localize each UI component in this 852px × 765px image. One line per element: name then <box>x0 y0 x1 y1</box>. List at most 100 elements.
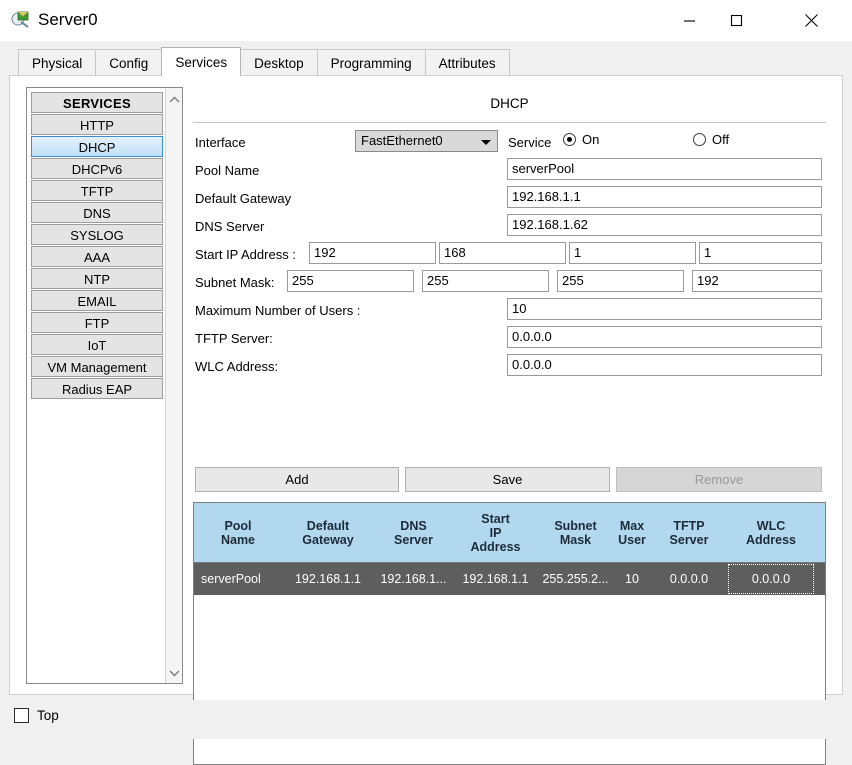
top-checkbox-label: Top <box>37 708 59 723</box>
tab-config[interactable]: Config <box>95 49 163 76</box>
sidebar-item-ntp[interactable]: NTP <box>31 268 163 289</box>
sidebar-item-tftp[interactable]: TFTP <box>31 180 163 201</box>
scroll-up-button[interactable] <box>166 90 182 108</box>
sidebar-item-email[interactable]: EMAIL <box>31 290 163 311</box>
max-users-input[interactable]: 10 <box>507 298 822 320</box>
tab-attributes[interactable]: Attributes <box>424 49 510 76</box>
cell-default-gateway: 192.168.1.1 <box>294 572 362 586</box>
cell-wlc-address: 0.0.0.0 <box>727 563 815 595</box>
add-button[interactable]: Add <box>195 467 399 492</box>
default-gateway-label: Default Gateway <box>195 191 292 206</box>
services-list-header: SERVICES <box>31 92 163 113</box>
maximize-button[interactable] <box>713 0 759 41</box>
service-off-radio[interactable]: Off <box>693 132 729 147</box>
table-header-dns-server: DNS Server <box>394 518 433 547</box>
server-device-icon <box>11 10 31 30</box>
subnet-mask-octet-3[interactable]: 255 <box>557 270 684 292</box>
chevron-down-icon <box>481 140 491 145</box>
tftp-server-input[interactable]: 0.0.0.0 <box>507 326 822 348</box>
interface-select[interactable]: FastEthernet0 <box>355 130 498 152</box>
form-title: DHCP <box>490 96 529 111</box>
sidebar-item-dhcp[interactable]: DHCP <box>31 136 163 157</box>
interface-label: Interface <box>195 135 246 150</box>
subnet-mask-label: Subnet Mask: <box>195 275 275 290</box>
tab-desktop[interactable]: Desktop <box>240 49 318 76</box>
cell-subnet-mask: 255.255.2... <box>542 572 609 586</box>
table-header-default-gateway: Default Gateway <box>302 518 354 547</box>
sidebar-item-dhcpv6[interactable]: DHCPv6 <box>31 158 163 179</box>
minimize-icon <box>683 14 696 27</box>
wlc-address-input[interactable]: 0.0.0.0 <box>507 354 822 376</box>
cell-dns-server: 192.168.1... <box>380 572 447 586</box>
service-on-label: On <box>582 132 600 147</box>
table-header-row: Pool Name Default Gateway DNS Server Start I… <box>194 503 825 563</box>
maximize-icon <box>730 14 743 27</box>
table-row[interactable]: serverPool 192.168.1.1 192.168.1... 192.… <box>194 563 825 595</box>
save-button[interactable]: Save <box>405 467 610 492</box>
radio-on-icon <box>563 133 576 146</box>
cell-max-user: 10 <box>625 572 639 586</box>
title-divider <box>193 122 826 123</box>
scroll-down-button[interactable] <box>166 663 182 681</box>
sidebar-item-vm-management[interactable]: VM Management <box>31 356 163 377</box>
content-panel: SERVICES HTTP DHCP DHCPv6 TFTP DNS SYSLO… <box>9 75 843 765</box>
service-label: Service <box>508 135 552 150</box>
checkbox-unchecked-icon <box>14 708 29 723</box>
sidebar-item-radius-eap[interactable]: Radius EAP <box>31 378 163 399</box>
window-title: Server0 <box>38 10 98 29</box>
tab-strip: Physical Config Services Desktop Program… <box>0 41 852 76</box>
bottom-bar: Top <box>0 700 852 739</box>
services-list-scrollbar[interactable] <box>165 88 182 683</box>
tab-physical[interactable]: Physical <box>18 49 97 76</box>
sidebar-item-http[interactable]: HTTP <box>31 114 163 135</box>
pool-name-label: Pool Name <box>195 163 260 178</box>
table-header-max-user: Max User <box>618 518 646 547</box>
subnet-mask-octet-1[interactable]: 255 <box>287 270 414 292</box>
start-ip-octet-2[interactable]: 168 <box>439 242 566 264</box>
sidebar-item-ftp[interactable]: FTP <box>31 312 163 333</box>
subnet-mask-octet-4[interactable]: 192 <box>692 270 822 292</box>
close-icon <box>804 13 819 28</box>
subnet-mask-octet-2[interactable]: 255 <box>422 270 549 292</box>
cell-pool-name: serverPool <box>201 572 261 586</box>
radio-off-icon <box>693 133 706 146</box>
services-list-panel: SERVICES HTTP DHCP DHCPv6 TFTP DNS SYSLO… <box>26 87 183 684</box>
top-checkbox[interactable]: Top <box>14 708 59 723</box>
sidebar-item-syslog[interactable]: SYSLOG <box>31 224 163 245</box>
start-ip-octet-3[interactable]: 1 <box>569 242 696 264</box>
sidebar-item-dns[interactable]: DNS <box>31 202 163 223</box>
start-ip-octet-1[interactable]: 192 <box>309 242 436 264</box>
table-header-start-ip-address: Start IP Address <box>470 511 521 554</box>
tab-programming[interactable]: Programming <box>316 49 426 76</box>
chevron-up-icon <box>169 92 180 107</box>
tftp-server-label: TFTP Server: <box>195 331 273 346</box>
pool-name-input[interactable]: serverPool <box>507 158 822 180</box>
table-header-tftp-server: TFTP Server <box>669 518 709 547</box>
sidebar-item-iot[interactable]: IoT <box>31 334 163 355</box>
close-button[interactable] <box>788 0 834 41</box>
wlc-address-label: WLC Address: <box>195 359 279 374</box>
services-list: SERVICES HTTP DHCP DHCPv6 TFTP DNS SYSLO… <box>31 92 163 400</box>
chevron-down-icon <box>169 665 180 680</box>
minimize-button[interactable] <box>666 0 712 41</box>
server-config-window: Server0 Physical Config Services Desktop… <box>0 0 852 765</box>
table-header-subnet-mask: Subnet Mask <box>554 518 597 547</box>
title-bar: Server0 <box>0 0 852 41</box>
service-off-label: Off <box>712 132 730 147</box>
dhcp-form: DHCP Interface FastEthernet0 Service On … <box>193 87 826 765</box>
cell-start-ip-address: 192.168.1.1 <box>462 572 529 586</box>
cell-tftp-server: 0.0.0.0 <box>669 572 709 586</box>
start-ip-label: Start IP Address : <box>195 247 296 262</box>
table-header-wlc-address: WLC Address <box>745 518 797 547</box>
sidebar-item-aaa[interactable]: AAA <box>31 246 163 267</box>
start-ip-octet-4[interactable]: 1 <box>699 242 822 264</box>
table-header-pool-name: Pool Name <box>220 518 256 547</box>
dns-server-input[interactable]: 192.168.1.62 <box>507 214 822 236</box>
default-gateway-input[interactable]: 192.168.1.1 <box>507 186 822 208</box>
remove-button: Remove <box>616 467 822 492</box>
service-on-radio[interactable]: On <box>563 132 599 147</box>
max-users-label: Maximum Number of Users : <box>195 303 361 318</box>
interface-select-value: FastEthernet0 <box>361 133 443 148</box>
tab-services[interactable]: Services <box>161 47 242 76</box>
dns-server-label: DNS Server <box>195 219 265 234</box>
